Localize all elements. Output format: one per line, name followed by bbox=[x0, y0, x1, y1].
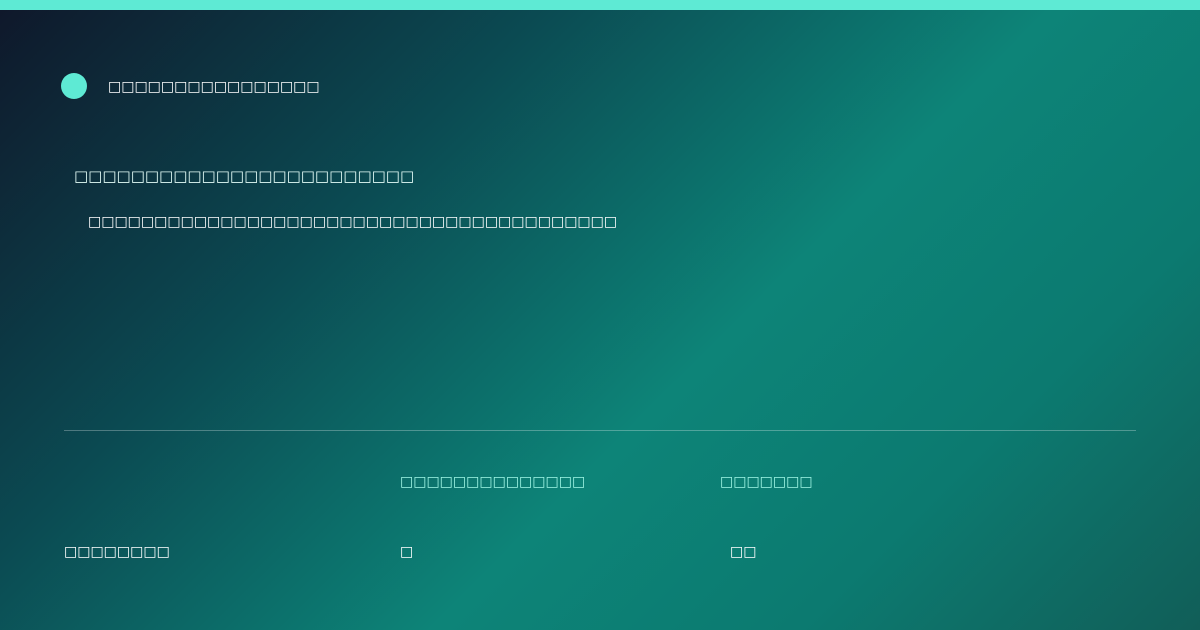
share-card: □□□□□□□□□□□□□□□□ □□□□□□□□□□□□□□□□□□□□□□□… bbox=[0, 0, 1200, 630]
brand-logo-dot-icon bbox=[61, 73, 87, 99]
stat-value-1: □ bbox=[400, 544, 414, 560]
hero-eyebrow: □□□□□□□□□□□□□□□□□□□□□□□□ bbox=[74, 167, 415, 185]
brand-name: □□□□□□□□□□□□□□□□ bbox=[108, 79, 320, 95]
accent-top-bar bbox=[0, 0, 1200, 10]
stat-row-label: □□□□□□□□ bbox=[64, 544, 170, 560]
stat-value-2: □□ bbox=[730, 544, 757, 560]
hero-subtitle: □□□□□□□□□□□□□□□□□□□□□□□□□□□□□□□□□□□□□□□□ bbox=[88, 214, 618, 230]
stat-header-1: □□□□□□□□□□□□□□ bbox=[400, 474, 586, 490]
stat-header-2: □□□□□□□ bbox=[720, 474, 813, 490]
section-divider bbox=[64, 430, 1136, 431]
